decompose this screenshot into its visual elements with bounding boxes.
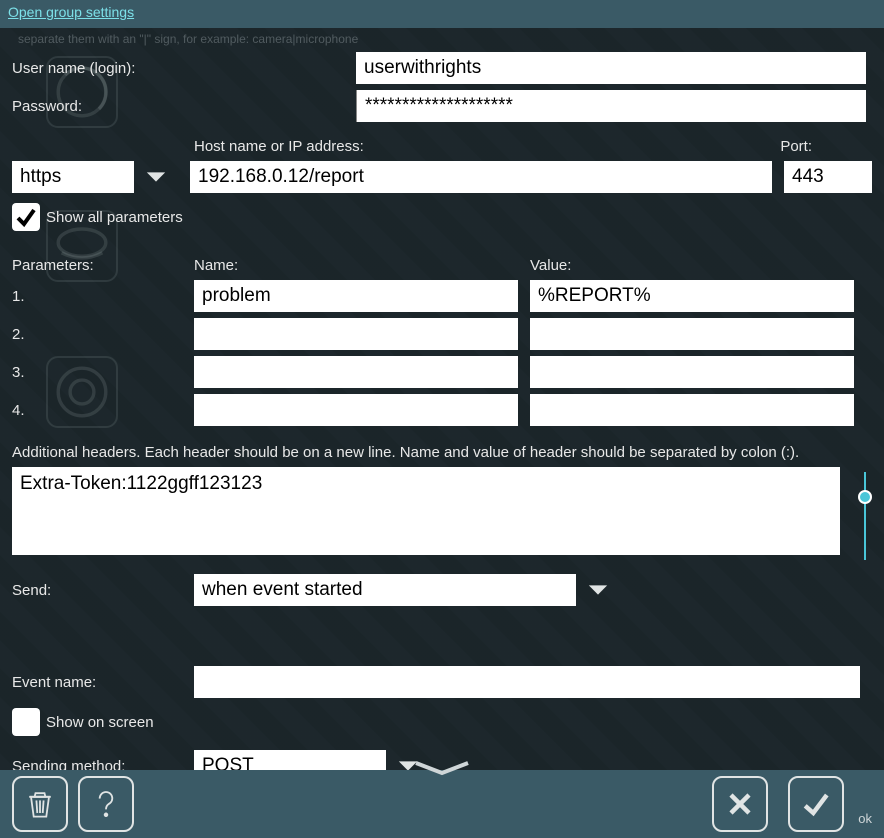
send-dropdown-icon[interactable] xyxy=(576,574,620,606)
ok-label: ok xyxy=(858,811,872,826)
send-label: Send: xyxy=(12,582,194,599)
show-on-screen-label: Show on screen xyxy=(46,714,154,731)
close-icon xyxy=(722,786,758,822)
protocol-select[interactable] xyxy=(12,161,134,193)
headers-textarea[interactable] xyxy=(12,467,840,555)
question-icon xyxy=(88,786,124,822)
param-num-4: 4. xyxy=(12,402,194,419)
event-name-input[interactable] xyxy=(194,666,860,698)
event-name-label: Event name: xyxy=(12,674,194,691)
send-select[interactable] xyxy=(194,574,576,606)
param-name-header: Name: xyxy=(194,257,530,274)
host-input[interactable] xyxy=(190,161,772,193)
expand-chevron-icon[interactable] xyxy=(410,759,474,782)
param-num-3: 3. xyxy=(12,364,194,381)
trash-icon xyxy=(22,786,58,822)
port-label: Port: xyxy=(780,138,812,155)
param-num-2: 2. xyxy=(12,326,194,343)
param-name-2[interactable] xyxy=(194,318,518,350)
open-group-settings-link[interactable]: Open group settings xyxy=(8,4,134,20)
show-all-checkbox[interactable] xyxy=(12,203,40,231)
param-name-1[interactable] xyxy=(194,280,518,312)
password-input[interactable] xyxy=(356,90,866,122)
additional-headers-label: Additional headers. Each header should b… xyxy=(12,444,872,461)
help-button[interactable] xyxy=(78,776,134,832)
delete-button[interactable] xyxy=(12,776,68,832)
parameters-label: Parameters: xyxy=(12,257,194,274)
ok-button[interactable] xyxy=(788,776,844,832)
param-num-1: 1. xyxy=(12,288,194,305)
param-value-header: Value: xyxy=(530,257,571,274)
username-input[interactable] xyxy=(356,52,866,84)
show-all-label: Show all parameters xyxy=(46,209,183,226)
host-label: Host name or IP address: xyxy=(194,138,364,155)
port-input[interactable] xyxy=(784,161,872,193)
param-value-4[interactable] xyxy=(530,394,854,426)
param-value-3[interactable] xyxy=(530,356,854,388)
show-on-screen-checkbox[interactable] xyxy=(12,708,40,736)
check-icon xyxy=(798,786,834,822)
param-name-4[interactable] xyxy=(194,394,518,426)
protocol-dropdown-icon[interactable] xyxy=(134,161,178,193)
password-label: Password: xyxy=(12,98,356,115)
param-value-1[interactable] xyxy=(530,280,854,312)
param-value-2[interactable] xyxy=(530,318,854,350)
param-name-3[interactable] xyxy=(194,356,518,388)
cancel-button[interactable] xyxy=(712,776,768,832)
username-label: User name (login): xyxy=(12,60,356,77)
